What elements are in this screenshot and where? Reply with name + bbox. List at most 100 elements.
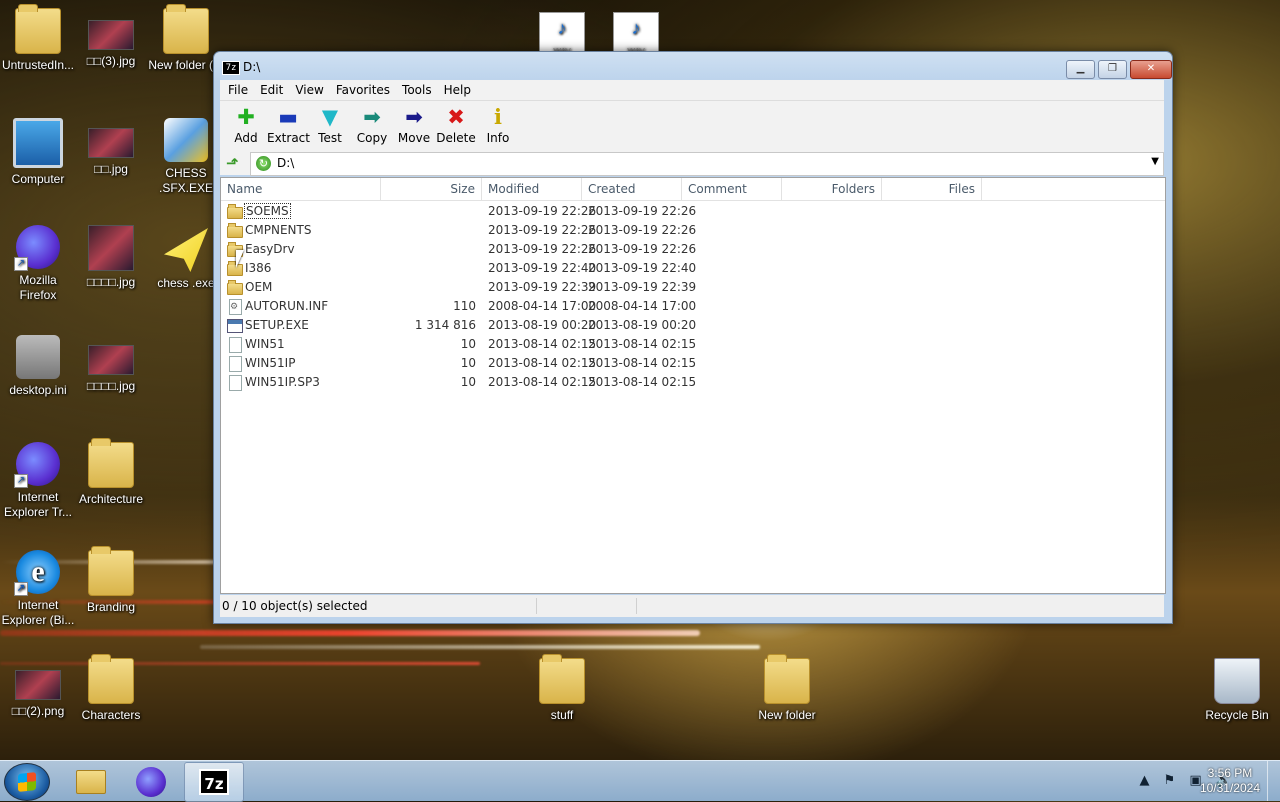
chevron-down-icon[interactable]: ▼ <box>1151 156 1159 167</box>
title-bar[interactable]: 7z D:\ ▁ ❐ ✕ <box>214 52 1172 82</box>
column-files[interactable]: Files <box>882 178 982 200</box>
desktop-icon-label: Mozilla Firefox <box>19 273 57 302</box>
file-modified: 2013-08-14 02:15 <box>488 337 597 351</box>
executable-file-icon <box>227 319 243 333</box>
recycle-bin-icon <box>1214 658 1260 704</box>
status-divider <box>536 598 537 614</box>
folder-icon <box>227 223 243 238</box>
file-name: SETUP.EXE <box>245 318 309 332</box>
desktop-icon-computer[interactable]: Computer <box>0 118 76 187</box>
desktop-icon-architecture[interactable]: Architecture <box>73 438 149 507</box>
desktop-icon-ie-tracking[interactable]: Internet Explorer Tr... <box>0 442 76 520</box>
desktop-icon-image-c[interactable]: □□□□.jpg <box>73 345 149 394</box>
file-name: CMPNENTS <box>245 223 312 237</box>
desktop-icon-new-folder[interactable]: New folder <box>749 654 825 723</box>
file-row[interactable]: AUTORUN.INF 110 2008-04-14 17:002008-04-14… <box>221 297 1165 316</box>
menu-help[interactable]: Help <box>438 80 477 100</box>
settings-file-icon <box>229 299 242 315</box>
menu-favorites[interactable]: Favorites <box>330 80 396 100</box>
file-name: WIN51IP.SP3 <box>245 375 320 389</box>
file-created: 2013-08-14 02:15 <box>588 375 697 389</box>
menu-tools[interactable]: Tools <box>396 80 438 100</box>
desktop-icon-desktop-ini[interactable]: desktop.ini <box>0 335 76 398</box>
file-modified: 2013-08-14 02:15 <box>488 356 597 370</box>
desktop-icon-stuff[interactable]: stuff <box>524 654 600 723</box>
folder-icon <box>15 4 61 54</box>
delete-button[interactable]: ✖ Delete <box>435 105 477 149</box>
taskbar-firefox[interactable] <box>122 762 180 800</box>
clock[interactable]: 3:56 PM 10/31/2024 <box>1200 766 1260 796</box>
add-button[interactable]: ✚ Add <box>225 105 267 149</box>
clock-date: 10/31/2024 <box>1199 781 1260 795</box>
close-button[interactable]: ✕ <box>1130 60 1172 79</box>
address-path: D:\ <box>277 156 295 170</box>
selection-status: 0 / 10 object(s) selected <box>222 599 368 613</box>
menu-edit[interactable]: Edit <box>254 80 289 100</box>
column-comment[interactable]: Comment <box>682 178 782 200</box>
desktop-icon-firefox[interactable]: Mozilla Firefox <box>0 225 76 303</box>
folder-icon <box>764 654 810 704</box>
show-desktop-button[interactable] <box>1267 761 1280 801</box>
tray-chevron-up-icon[interactable]: ▲ <box>1139 773 1149 788</box>
column-name[interactable]: Name <box>221 178 381 200</box>
file-row[interactable]: SOEMS 2013-09-19 22:26 2013-09-19 22:26 <box>221 202 1165 221</box>
file-row[interactable]: OEM 2013-09-19 22:39 2013-09-19 22:39 <box>221 278 1165 297</box>
folder-icon <box>88 654 134 704</box>
file-row[interactable]: WIN51IP 10 2013-08-14 02:15 2013-08-14 02:1… <box>221 354 1165 373</box>
extract-button[interactable]: ▬ Extract <box>267 105 310 149</box>
desktop-icon-branding[interactable]: Branding <box>73 546 149 615</box>
up-folder-icon[interactable]: ⬏ <box>226 155 242 171</box>
desktop-icon-image-3[interactable]: □□(3).jpg <box>73 20 149 69</box>
column-size[interactable]: Size <box>381 178 482 200</box>
move-button[interactable]: ➡ Move <box>393 105 435 149</box>
minimize-button[interactable]: ▁ <box>1066 60 1095 79</box>
file-created: 2013-08-14 02:15 <box>588 337 697 351</box>
window-title: D:\ <box>243 60 261 74</box>
menu-view[interactable]: View <box>289 80 329 100</box>
file-name: OEM <box>245 280 273 294</box>
file-size <box>381 221 476 240</box>
delete-label: Delete <box>436 131 476 145</box>
menu-file[interactable]: File <box>220 80 254 100</box>
file-row[interactable]: SETUP.EXE 1 314 816 2013-08-19 00:20 2013-0… <box>221 316 1165 335</box>
taskbar-7zip[interactable]: 7z <box>184 762 244 802</box>
file-row[interactable]: EasyDrv 2013-09-19 22:26 2013-09-19 22:26 <box>221 240 1165 259</box>
file-name: WIN51 <box>245 337 285 351</box>
column-created[interactable]: Created <box>582 178 682 200</box>
copy-label: Copy <box>356 131 388 145</box>
status-bar: 0 / 10 object(s) selected <box>220 595 1164 617</box>
address-field[interactable]: ↻ D:\ ▼ <box>250 152 1164 176</box>
maximize-button[interactable]: ❐ <box>1098 60 1127 79</box>
desktop-icon-image[interactable]: □□.jpg <box>73 128 149 177</box>
desktop-icon-characters[interactable]: Characters <box>73 654 149 723</box>
setup-installer-icon <box>164 118 208 162</box>
toolbar: ✚ Add ▬ Extract ▼ Test ➡ Copy ➡ Move ✖ D… <box>220 100 1164 153</box>
desktop-icon-untrusted[interactable]: UntrustedIn... <box>0 4 76 73</box>
info-button[interactable]: ℹ Info <box>477 105 519 149</box>
copy-button[interactable]: ➡ Copy <box>351 105 393 149</box>
file-row[interactable]: CMPNENTS 2013-09-19 22:26 2013-09-19 22:26 <box>221 221 1165 240</box>
app-logo-icon: 7z <box>222 61 240 75</box>
tray-flag-icon[interactable]: ⚑ <box>1164 773 1176 788</box>
column-folders[interactable]: Folders <box>782 178 882 200</box>
desktop-icon-image-b[interactable]: □□□□.jpg <box>73 225 149 290</box>
desktop-icon-recycle-bin[interactable]: Recycle Bin <box>1199 658 1275 723</box>
drive-icon: ↻ <box>256 156 271 171</box>
folder-icon <box>227 204 243 219</box>
desktop-icon-ie-bing[interactable]: e Internet Explorer (Bi... <box>0 550 76 628</box>
column-modified[interactable]: Modified <box>482 178 582 200</box>
internet-explorer-icon <box>14 442 60 488</box>
move-arrow-icon: ➡ <box>405 105 423 129</box>
status-divider <box>636 598 637 614</box>
file-list: Name Size Modified Created Comment Folde… <box>220 177 1166 594</box>
start-button[interactable] <box>4 763 50 801</box>
test-button[interactable]: ▼ Test <box>309 105 351 149</box>
file-row[interactable]: WIN51IP.SP3 10 2013-08-14 02:15 2013-08-14 … <box>221 373 1165 392</box>
desktop-icon-image-png[interactable]: □□(2).png <box>0 670 76 719</box>
file-modified: 2013-09-19 22:26 <box>488 223 597 237</box>
file-row[interactable]: I386 2013-09-19 22:40 2013-09-19 22:40 <box>221 259 1165 278</box>
taskbar-file-explorer[interactable] <box>60 762 118 800</box>
file-row[interactable]: WIN51 10 2013-08-14 02:15 2013-08-14 02:15 <box>221 335 1165 354</box>
file-created: 2008-04-14 17:00 <box>588 299 697 313</box>
desktop-icon-label: Recycle Bin <box>1205 708 1269 722</box>
